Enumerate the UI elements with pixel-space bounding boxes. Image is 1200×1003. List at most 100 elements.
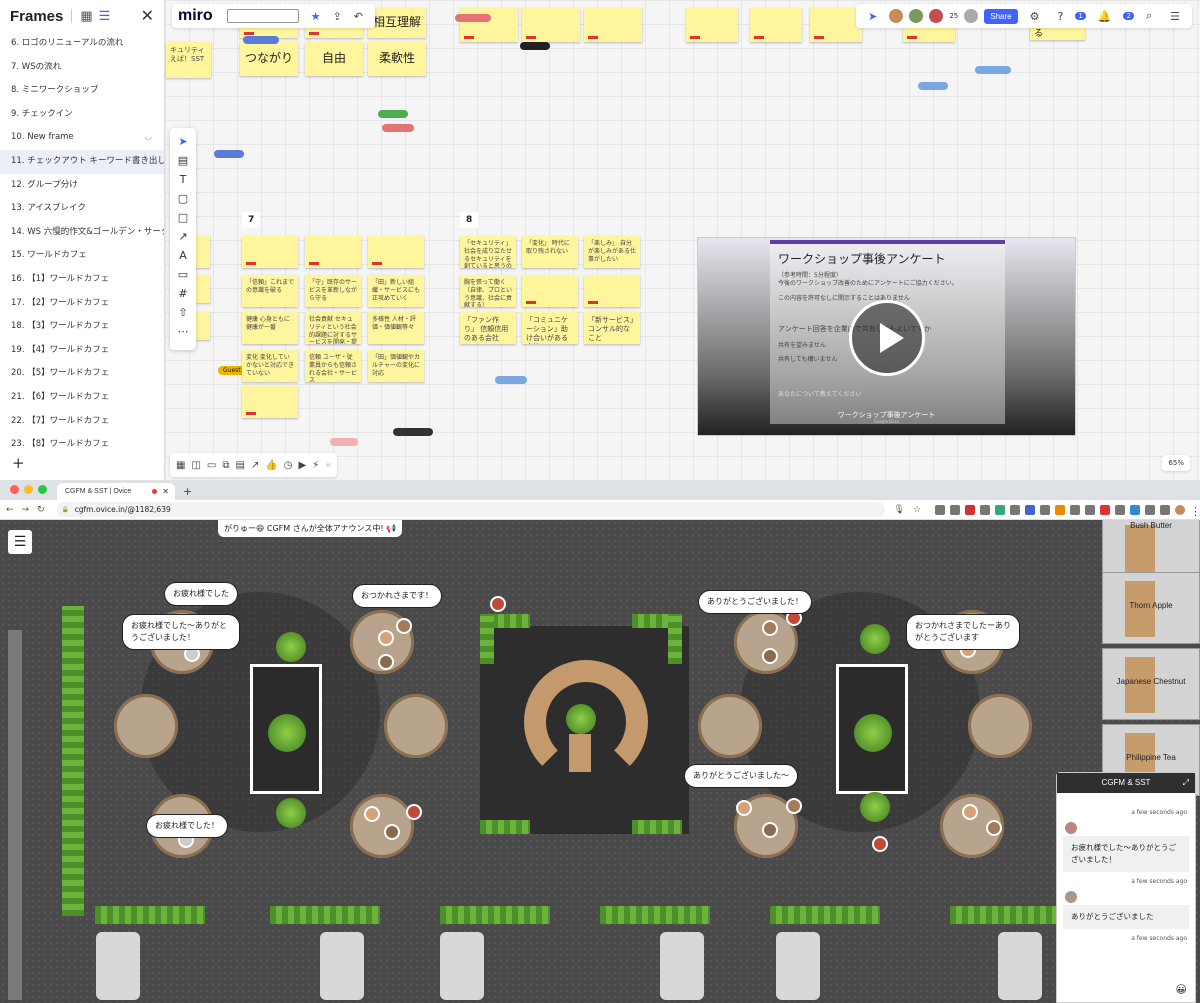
settings-sliders-icon[interactable]: ⚙ (1030, 10, 1040, 23)
minimize-window-icon[interactable] (24, 485, 33, 494)
sticky-note[interactable] (242, 236, 298, 268)
ovice-space[interactable]: ☰ がりゅー😄 CGFM さんが全体アナウンス中! 📢 お疲れ様でした お疲れ様… (0, 520, 1200, 1003)
frame-item[interactable]: 12. グループ分け (0, 174, 164, 198)
avatar[interactable] (909, 9, 924, 23)
board-name-field[interactable] (226, 9, 299, 23)
round-table[interactable] (968, 694, 1032, 758)
sticky-note[interactable]: 「コミュニケーション」助け合いがある会社 (522, 312, 578, 344)
sticky-note[interactable]: 「田」新しい組織・サービスにも正攻めていく (368, 275, 424, 307)
zoom-level[interactable]: 65% (1162, 455, 1190, 471)
sticky-note[interactable] (584, 8, 642, 42)
share-button[interactable]: Share (984, 8, 1018, 24)
sticky-note[interactable]: 「新サービス」コンサル的なこと (584, 312, 640, 344)
sticky-note[interactable]: 健康 心身ともに健康が一番 (242, 312, 298, 344)
sticky-note[interactable]: 相互理解 (368, 8, 426, 38)
avatar[interactable] (929, 9, 944, 23)
user-avatar[interactable] (962, 804, 978, 820)
extension-icon[interactable] (980, 504, 990, 515)
frame-item[interactable]: 15. ワールドカフェ (0, 244, 164, 268)
pen-tool-icon[interactable]: A (179, 248, 187, 263)
frame-item[interactable]: 22. 【7】ワールドカフェ (0, 410, 164, 434)
sticky-note[interactable] (196, 236, 210, 268)
user-avatar[interactable] (396, 618, 412, 634)
reload-icon[interactable]: ↻ (37, 505, 45, 515)
extension-icon[interactable] (1160, 504, 1170, 515)
text-tool-icon[interactable]: T (180, 172, 187, 187)
cards-icon[interactable]: ▤ (236, 460, 245, 471)
user-avatar[interactable] (378, 654, 394, 670)
extension-icon[interactable] (1010, 504, 1020, 515)
frame-item[interactable]: 16. 【1】ワールドカフェ (0, 268, 164, 292)
sticky-note[interactable] (242, 386, 298, 418)
room-thorn-apple[interactable]: Thorn Apple (1102, 572, 1200, 644)
user-avatar[interactable] (872, 836, 888, 852)
frame-label-7[interactable]: 7 (242, 212, 261, 228)
comment-tool-icon[interactable]: ▭ (178, 267, 188, 282)
shape-tool-icon[interactable]: □ (178, 210, 188, 225)
round-table[interactable] (114, 694, 178, 758)
sticky-note[interactable]: キュリティ えば！SST (166, 42, 211, 78)
sticky-note[interactable]: 「楽しみ」 自分が楽しみがある仕事がしたい (584, 236, 640, 268)
bell-icon[interactable]: 🔔 (1098, 10, 1112, 23)
sticky-note[interactable]: 自由 (305, 42, 363, 76)
video-embed[interactable]: ワークショップ事後アンケート （参考時間：5分程度） 今後のワークショップ改善の… (697, 237, 1076, 436)
extension-icon[interactable] (965, 504, 975, 515)
user-avatar[interactable] (364, 806, 380, 822)
sticky-note[interactable] (584, 275, 640, 307)
frame-item[interactable]: 8. ミニワークショップ (0, 79, 164, 103)
sticky-note[interactable] (196, 312, 210, 340)
user-avatar[interactable] (378, 630, 394, 646)
search-icon[interactable]: ⌕ (1146, 9, 1152, 23)
sticky-note[interactable]: 社会貢献 セキュリティという社会的課題に対するサービスを開発・提供 (305, 312, 361, 344)
bolt-icon[interactable]: ⚡ (312, 460, 319, 471)
frame-item[interactable]: 21. 【6】ワールドカフェ (0, 386, 164, 410)
timer-icon[interactable]: ◷ (284, 460, 293, 471)
round-table[interactable] (698, 694, 762, 758)
sticky-note[interactable]: 「守」既存のサービスを革新しながら守る (305, 275, 361, 307)
share-out-icon[interactable]: ↗ (251, 460, 259, 471)
browser-tab[interactable]: CGFM & SST | Ovice ✕ (57, 483, 175, 500)
extension-icon[interactable] (1115, 504, 1125, 515)
extension-icon[interactable] (1100, 504, 1110, 515)
apps-icon[interactable]: ▦ (176, 460, 185, 471)
help-icon[interactable]: ? (1057, 10, 1063, 23)
expand-icon[interactable]: ⤢ (1183, 773, 1189, 793)
sticky-note[interactable]: つながり (240, 42, 298, 76)
hamburger-menu-button[interactable]: ☰ (8, 530, 32, 554)
sticky-note[interactable]: 「セキュリティ」 社会を成り立たせるセキュリティを創ていると思うのか (460, 236, 516, 268)
sticky-note[interactable] (686, 8, 738, 42)
sticky-note[interactable]: 信頼 ユーザ・従業員からも信頼される会社・サービス (305, 350, 361, 382)
sticky-note[interactable]: 「信頼」これまでの意識を破る (242, 275, 298, 307)
undo-icon[interactable]: ↶ (354, 10, 363, 23)
user-avatar[interactable] (384, 824, 400, 840)
sticky-note[interactable] (368, 236, 424, 268)
frame-item[interactable]: 7. WSの流れ (0, 56, 164, 80)
sticky-note[interactable] (522, 8, 580, 42)
extension-icon[interactable] (1130, 504, 1140, 515)
frame-tool-icon[interactable]: # (178, 286, 187, 301)
extension-icon[interactable] (995, 504, 1005, 515)
sticky-note[interactable] (522, 275, 578, 307)
extension-icon[interactable] (1055, 504, 1065, 515)
sticky-note[interactable]: 柔軟性 (368, 42, 426, 76)
maximize-window-icon[interactable] (38, 485, 47, 494)
extension-icon[interactable] (935, 504, 945, 515)
close-icon[interactable]: ✕ (141, 6, 154, 26)
room-japanese-chestnut[interactable]: Japanese Chestnut (1102, 648, 1200, 720)
add-frame-button[interactable]: + (12, 454, 25, 472)
close-tab-icon[interactable]: ✕ (162, 483, 169, 500)
extension-icon[interactable] (1040, 504, 1050, 515)
menu-icon[interactable]: ☰ (1170, 10, 1180, 23)
frame-item[interactable]: 14. WS 六慢的作文&ゴールデン・サーク (0, 221, 164, 245)
like-icon[interactable]: 👍 (265, 460, 277, 471)
frame-item[interactable]: 20. 【5】ワールドカフェ (0, 362, 164, 386)
round-table[interactable] (384, 694, 448, 758)
user-avatar[interactable] (736, 800, 752, 816)
mic-icon[interactable]: 🎙 (893, 505, 904, 515)
frame-item[interactable]: 19. 【4】ワールドカフェ (0, 339, 164, 363)
round-table[interactable] (350, 794, 414, 858)
play-button-icon[interactable] (849, 300, 925, 376)
close-window-icon[interactable] (10, 485, 19, 494)
collapse-icon[interactable]: « (325, 460, 331, 471)
frame-item[interactable]: 6. ロゴのリニューアルの流れ (0, 32, 164, 56)
